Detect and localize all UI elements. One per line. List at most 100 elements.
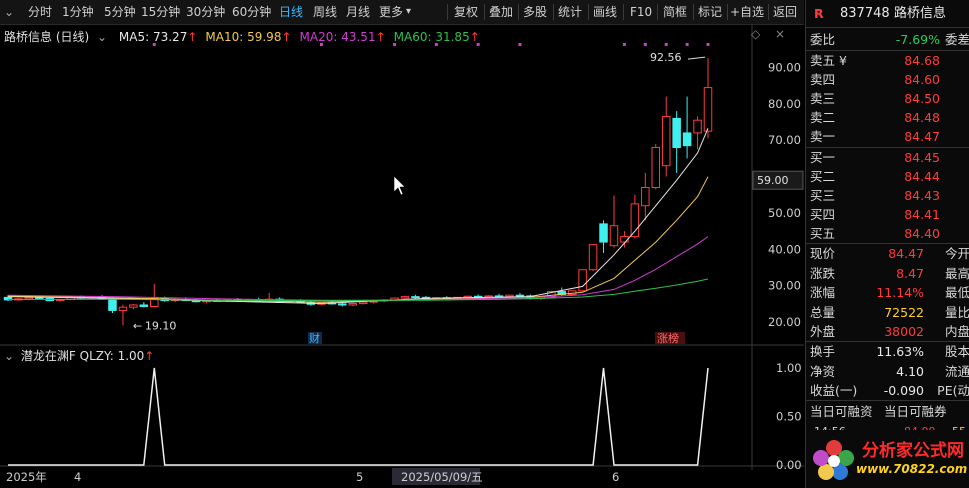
quote-row-1-value: 8.47 <box>896 265 924 281</box>
bid-row-2: 买二 84.44 <box>808 167 969 186</box>
ask-row-1-value: 84.47 <box>904 129 940 144</box>
flower-logo-icon <box>813 440 854 480</box>
price-tick-label: 30.00 <box>768 279 801 293</box>
watermark: 分析家公式网 www.70822.com <box>806 430 969 488</box>
quote-row-4-label: 外盘 <box>810 324 836 339</box>
stat-row-0-value: 11.63% <box>876 344 924 359</box>
candle-body <box>682 132 692 147</box>
ma-arrow: ↑ <box>187 30 198 44</box>
signal-dot <box>622 43 626 46</box>
main-legend: 路桥信息 (日线) ⌄ MA5: 73.27↑ MA10: 59.98↑ MA20:… <box>4 28 480 45</box>
ask-row-2-value: 84.48 <box>904 110 940 125</box>
candle-body <box>672 117 681 148</box>
candle-body <box>411 296 420 299</box>
time-axis-label: 2025年 <box>6 470 47 484</box>
stat-row-2-label: 收益(一) <box>810 383 858 398</box>
candle-body <box>578 269 587 292</box>
candle-body <box>703 87 713 132</box>
time-axis-label: 6 <box>612 470 619 484</box>
quote-row-3: 总量 72522 量比 <box>808 303 969 322</box>
ma-legend-ma60: MA60: 31.85↑ <box>393 30 480 44</box>
ask-row-3-label: 卖三 <box>810 91 836 106</box>
low-price-label: ← <box>133 319 142 332</box>
margin-securities: 当日可融券 <box>884 404 947 419</box>
signal-dot <box>706 43 710 46</box>
bid-row-3-value: 84.43 <box>904 188 940 203</box>
ma-line-ma20 <box>7 236 709 301</box>
time-axis-label: 5 <box>356 470 363 484</box>
indicator-chevron-icon[interactable]: ⌄ <box>4 349 14 363</box>
candle-body <box>118 306 128 311</box>
indicator-line <box>8 367 709 466</box>
finance-marker: 财 <box>309 331 320 345</box>
time-axis-label: 2025/05/09/五 <box>401 470 483 484</box>
stock-period-label: 路桥信息 (日线) <box>4 30 90 44</box>
stat-row-1-right-label: 流通 <box>944 363 969 379</box>
high-arrow <box>687 56 706 60</box>
price-tick-label: 20.00 <box>768 315 801 329</box>
watermark-url: www.70822.com <box>856 462 968 476</box>
stock-name: 路桥信息 <box>894 6 947 21</box>
candle-body <box>609 225 619 247</box>
low-price-value: 19.10 <box>145 319 177 332</box>
indicator-legend: ⌄ 潜龙在渊F QLZY: 1.00↑ <box>4 349 155 363</box>
ma-arrow: ↑ <box>469 30 480 44</box>
ask-row-4: 卖四 84.60 <box>808 70 969 89</box>
stat-row-2: 收益(一) -0.090 PE(动 <box>808 381 969 400</box>
ma-legend-ma10: MA10: 59.98↑ <box>205 30 292 44</box>
price-tick-label: 40.00 <box>768 242 801 256</box>
indicator-name: 潜龙在渊F <box>20 349 76 363</box>
bid-row-3: 买三 84.43 <box>808 186 969 205</box>
indicator-param: QLZY <box>79 349 110 363</box>
ask-row-4-label: 卖四 <box>810 72 836 87</box>
ask-row-1: 卖一 84.47 <box>808 127 969 146</box>
price-tick-label: 90.00 <box>768 60 801 74</box>
quote-row-2-right-label: 最低 <box>944 285 969 300</box>
quote-row-1: 涨跌 8.47 最高 <box>808 264 969 283</box>
diamond-icon[interactable]: ◇ <box>751 27 760 41</box>
candle-body <box>400 296 410 299</box>
committee-label: 委比 <box>810 32 836 47</box>
bid-row-3-label: 买三 <box>810 188 836 203</box>
bid-row-1-value: 84.45 <box>904 150 940 165</box>
ma-legend-ma20: MA20: 43.51↑ <box>299 30 386 44</box>
quote-row-3-label: 总量 <box>810 304 836 320</box>
candle-body <box>24 296 34 300</box>
ma-value: 31.85 <box>435 30 470 44</box>
ma-arrow: ↑ <box>281 30 292 44</box>
stat-row-0-right-label: 股本 <box>944 344 969 359</box>
quote-row-0-label: 现价 <box>810 246 836 261</box>
current-price-value: 59.00 <box>757 174 789 187</box>
quote-panel: R 837748 路桥信息 委比 -7.69% 委差 卖五 ¥ 84.68 卖四 84… <box>805 0 969 488</box>
quote-row-2-value: 11.14% <box>876 285 924 300</box>
bid-row-5-value: 84.40 <box>904 226 940 241</box>
quote-row-1-label: 涨跌 <box>810 265 836 281</box>
limit-up-marker: 涨榜 <box>657 331 679 345</box>
kline-chart[interactable]: 90.0080.0070.0059.0050.0040.0030.0020.00… <box>0 0 804 488</box>
indicator-tick-label: 0.50 <box>776 410 802 424</box>
candle-body <box>693 119 702 134</box>
quote-row-2-label: 涨幅 <box>810 285 836 300</box>
ma-name: MA10 <box>205 30 240 44</box>
ma-name: MA5 <box>118 30 146 44</box>
settings-chevron-icon[interactable]: ⌄ <box>97 30 107 44</box>
candle-body <box>641 187 650 207</box>
ask-row-3-value: 84.50 <box>904 91 940 106</box>
indicator-value: 1.00 <box>117 349 145 363</box>
committee-value: -7.69% <box>895 32 940 47</box>
stock-header: R 837748 路桥信息 <box>808 4 969 24</box>
signal-dot <box>664 43 668 46</box>
stat-row-1-label: 净资 <box>810 363 836 379</box>
quote-row-0: 现价 84.47 今开 <box>808 244 969 263</box>
candle-body <box>139 304 149 307</box>
candle-body <box>588 244 598 271</box>
close-icon[interactable]: × <box>775 27 785 41</box>
quote-row-4: 外盘 38002 内盘 <box>808 322 969 341</box>
ask-row-5-value: 84.68 <box>904 53 940 68</box>
stat-row-2-value: -0.090 <box>883 383 924 398</box>
candle-body <box>108 298 117 311</box>
signal-dot <box>685 43 689 46</box>
time-axis-label: 4 <box>74 470 81 484</box>
price-tick-label: 80.00 <box>768 97 801 111</box>
committee-row: 委比 -7.69% 委差 <box>808 30 969 49</box>
